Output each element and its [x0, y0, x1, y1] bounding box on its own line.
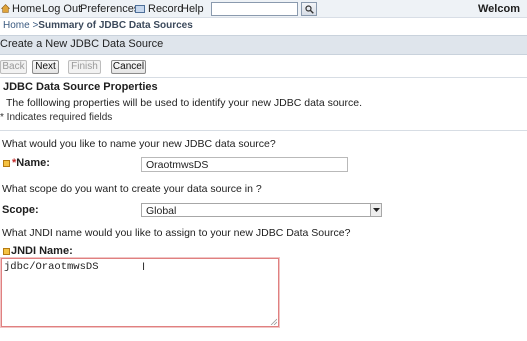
scope-selected-value: Global [146, 205, 177, 217]
home-icon [1, 4, 10, 13]
breadcrumb-current-link[interactable]: Summary of JDBC Data Sources [38, 20, 193, 31]
text-cursor-icon: I [142, 261, 146, 273]
nav-preferences-link[interactable]: Preferences [80, 3, 139, 15]
search-icon [305, 5, 314, 14]
scope-select[interactable]: Global [141, 203, 382, 217]
search-button[interactable] [301, 2, 317, 16]
section-intro: The folllowing properties will be used t… [6, 97, 363, 109]
nav-record-link[interactable]: Record [148, 3, 183, 15]
next-button[interactable]: Next [32, 60, 59, 74]
nav-help-link[interactable]: Help [181, 3, 204, 15]
breadcrumb-home-link[interactable]: Home > [3, 20, 38, 31]
name-label: *Name: [12, 157, 50, 169]
nav-home-link[interactable]: Home [12, 3, 41, 15]
record-icon [135, 5, 145, 13]
jndi-question: What JNDI name would you like to assign … [2, 227, 351, 239]
dropdown-arrow-icon[interactable] [370, 204, 381, 216]
breadcrumb: Home >Summary of JDBC Data Sources [3, 20, 193, 31]
scope-label: Scope: [2, 204, 39, 216]
welcome-message: Welcom [478, 3, 520, 15]
field-help-icon [3, 248, 10, 255]
section-title: JDBC Data Source Properties [3, 81, 158, 93]
required-fields-note: * Indicates required fields [0, 112, 113, 123]
page-title: Create a New JDBC Data Source [0, 38, 164, 50]
scope-question: What scope do you want to create your da… [2, 183, 262, 195]
jndi-label: JNDI Name: [11, 245, 73, 257]
back-button[interactable]: Back [0, 60, 27, 74]
jndi-name-textarea[interactable]: jdbc/OraotmwsDS [1, 258, 279, 327]
field-divider [0, 130, 527, 131]
search-input[interactable] [211, 2, 298, 16]
nav-logout-link[interactable]: Log Out [42, 3, 81, 15]
name-input[interactable] [141, 157, 348, 172]
name-question: What would you like to name your new JDB… [2, 138, 276, 150]
resize-grip-icon[interactable] [270, 318, 277, 325]
finish-button[interactable]: Finish [68, 60, 101, 74]
name-label-text: Name: [16, 157, 50, 169]
field-help-icon [3, 160, 10, 167]
cancel-button[interactable]: Cancel [111, 60, 146, 74]
section-divider [0, 77, 527, 78]
jndi-name-value: jdbc/OraotmwsDS [4, 261, 99, 273]
